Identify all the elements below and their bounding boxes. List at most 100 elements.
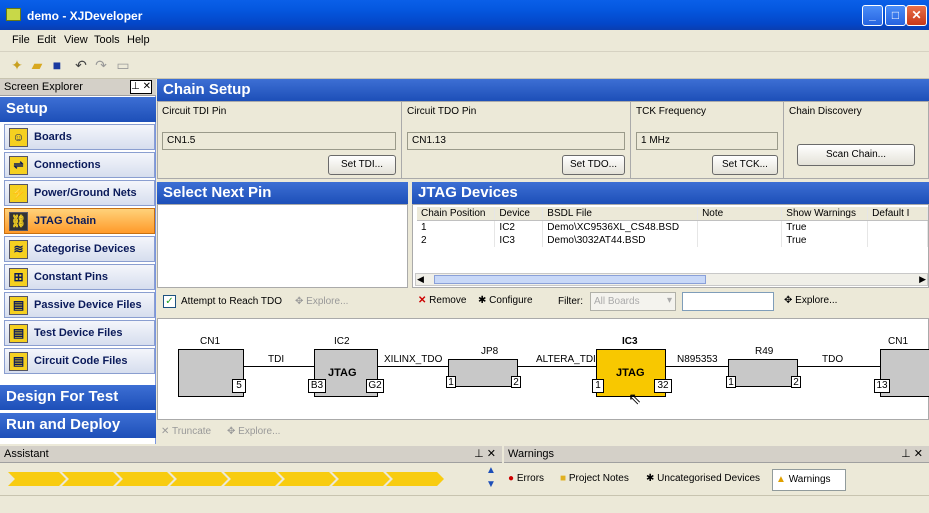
tdi-field[interactable]: CN1.5	[162, 132, 396, 150]
nav-test-device-files[interactable]: ▤ Test Device Files	[4, 320, 155, 346]
menu-help[interactable]: Help	[127, 34, 150, 46]
nav-passive-device-files[interactable]: ▤ Passive Device Files	[4, 292, 155, 318]
undo-icon[interactable]: ↶	[72, 57, 90, 74]
col-device[interactable]: Device	[494, 207, 544, 221]
tck-field[interactable]: 1 MHz	[636, 132, 778, 150]
step-arrow[interactable]	[278, 472, 336, 486]
truncate-button[interactable]: ✕ Truncate	[161, 426, 211, 437]
col-bsdl-file[interactable]: BSDL File	[542, 207, 699, 221]
set-tdi-button[interactable]: Set TDI...	[328, 155, 396, 175]
horizontal-scrollbar[interactable]: ◀ ▶	[415, 273, 928, 286]
section-setup[interactable]: Setup	[0, 97, 156, 122]
table-row[interactable]: 2 IC3 Demo\3032AT44.BSD True	[417, 234, 928, 247]
nav-jtag-chain[interactable]: ⛓ JTAG Chain	[4, 208, 155, 234]
filter-select[interactable]: All Boards ▾	[590, 292, 676, 311]
scroll-up-icon[interactable]: ▲	[486, 465, 496, 476]
set-tdo-button[interactable]: Set TDO...	[562, 155, 625, 175]
chain-setup-header: Chain Setup	[157, 79, 929, 101]
step-arrow[interactable]	[386, 472, 444, 486]
explore-devices-button[interactable]: ✥ Explore...	[784, 295, 837, 306]
scroll-right-icon[interactable]: ▶	[919, 274, 926, 285]
scroll-down-icon[interactable]: ▼	[486, 479, 496, 490]
save-icon[interactable]: ■	[48, 57, 66, 74]
nav-circuit-code-files[interactable]: ▤ Circuit Code Files	[4, 348, 155, 374]
pin-close-icons[interactable]: ⊥ ✕	[130, 80, 152, 94]
step-arrow[interactable]	[224, 472, 282, 486]
explorer-header: Screen Explorer ⊥ ✕	[0, 79, 156, 96]
open-icon[interactable]: ▰	[28, 57, 46, 74]
remove-button[interactable]: ✕ Remove	[418, 295, 466, 306]
r49-component[interactable]	[728, 359, 798, 387]
col-show-warnings[interactable]: Show Warnings	[781, 207, 869, 221]
select-next-pin-header: Select Next Pin	[157, 182, 408, 204]
window-icon[interactable]: ▭	[114, 57, 132, 74]
device-icon: ✱	[646, 473, 655, 484]
scroll-left-icon[interactable]: ◀	[417, 274, 424, 285]
redo-icon[interactable]: ↷	[92, 57, 110, 74]
net-altera: ALTERA_TDI	[536, 354, 596, 365]
connections-icon: ⇌	[9, 156, 28, 175]
table-row[interactable]: 1 IC2 Demo\XC9536XL_CS48.BSD True	[417, 220, 928, 234]
new-icon[interactable]: ✦	[8, 57, 26, 74]
wire-tdo	[798, 366, 880, 367]
scrollbar-thumb[interactable]	[434, 275, 706, 284]
configure-button[interactable]: ✱ Configure	[478, 295, 533, 306]
nav-connections[interactable]: ⇌ Connections	[4, 152, 155, 178]
remove-icon: ✕	[418, 295, 427, 306]
set-tck-button[interactable]: Set TCK...	[712, 155, 778, 175]
nav-constant-pins[interactable]: ⊞ Constant Pins	[4, 264, 155, 290]
select-next-pin-list[interactable]	[157, 204, 408, 288]
jtag-devices-table-panel: Chain Position Device BSDL File Note Sho…	[412, 204, 929, 288]
step-arrow[interactable]	[62, 472, 120, 486]
tab-warnings[interactable]: ▲ Warnings	[772, 469, 846, 491]
explore-diagram-button[interactable]: ✥ Explore...	[227, 426, 280, 437]
wire-n895	[666, 366, 728, 367]
cn1b-label: CN1	[888, 336, 909, 347]
step-arrow[interactable]	[332, 472, 390, 486]
col-chain-position[interactable]: Chain Position	[417, 207, 496, 221]
menu-tools[interactable]: Tools	[94, 34, 120, 46]
chain-diagram: CN1 5 TDI IC2 JTAG B3 G2 XILINX_TDO JP8 …	[157, 318, 929, 420]
nav-power-ground[interactable]: ⚡ Power/Ground Nets	[4, 180, 155, 206]
tdo-label: Circuit TDO Pin	[407, 106, 477, 117]
note-icon: ■	[560, 473, 567, 484]
jtag-devices-table: Chain Position Device BSDL File Note Sho…	[417, 207, 928, 247]
menu-view[interactable]: View	[64, 34, 88, 46]
step-arrow[interactable]	[170, 472, 228, 486]
cn1b-pin: 13	[874, 379, 890, 393]
col-note[interactable]: Note	[697, 207, 783, 221]
ic3-chip-label: JTAG	[616, 367, 645, 379]
step-arrow[interactable]	[116, 472, 174, 486]
explore-pin-button[interactable]: ✥ Explore...	[295, 296, 348, 307]
menu-file[interactable]: File	[12, 34, 30, 46]
assistant-pin-close-icons[interactable]: ⊥ ✕	[474, 447, 496, 460]
minimize-button[interactable]: _	[862, 5, 883, 26]
jp8-component[interactable]	[448, 359, 518, 387]
configure-icon: ✱	[478, 295, 487, 306]
col-default[interactable]: Default I	[867, 207, 928, 221]
scan-chain-button[interactable]: Scan Chain...	[797, 144, 915, 166]
filter-input[interactable]	[682, 292, 774, 311]
section-design-for-test[interactable]: Design For Test	[0, 385, 156, 410]
net-n895: N895353	[677, 354, 718, 365]
close-button[interactable]: ✕	[906, 5, 927, 26]
section-run-and-deploy[interactable]: Run and Deploy	[0, 413, 156, 438]
wire-xilinx	[378, 366, 448, 367]
warnings-pin-close-icons[interactable]: ⊥ ✕	[901, 447, 923, 460]
menu-edit[interactable]: Edit	[37, 34, 56, 46]
tck-group: TCK Frequency 1 MHz Set TCK...	[632, 102, 784, 178]
attempt-tdo-checkbox[interactable]: ✓	[163, 295, 176, 308]
net-xilinx: XILINX_TDO	[384, 354, 443, 365]
tab-errors[interactable]: ● Errors	[508, 473, 544, 484]
nav-categorise-devices[interactable]: ≋ Categorise Devices	[4, 236, 155, 262]
r49-out-pin: 2	[791, 376, 801, 388]
tab-project-notes[interactable]: ■ Project Notes	[560, 473, 629, 484]
mouse-cursor-icon: ⇖	[628, 391, 642, 408]
tdo-field[interactable]: CN1.13	[407, 132, 625, 150]
maximize-button[interactable]: □	[885, 5, 906, 26]
tab-uncategorised-devices[interactable]: ✱ Uncategorised Devices	[646, 473, 760, 484]
nav-boards[interactable]: ☺ Boards	[4, 124, 155, 150]
step-arrow[interactable]	[8, 472, 66, 486]
wire-altera	[518, 366, 596, 367]
ic3-label: IC3	[622, 336, 638, 347]
